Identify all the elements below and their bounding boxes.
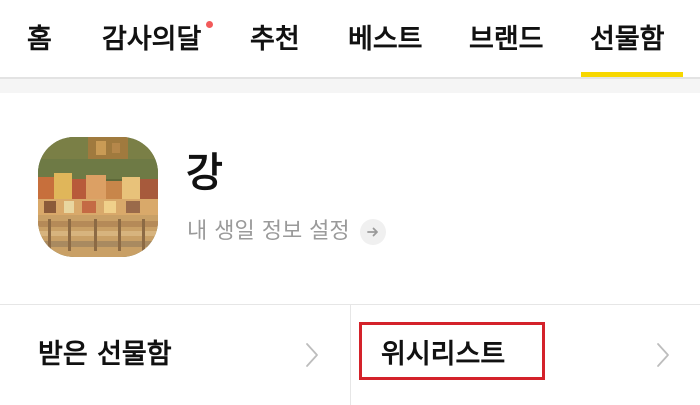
birthday-settings-label: 내 생일 정보 설정 — [187, 219, 350, 244]
avatar[interactable] — [38, 137, 158, 257]
tab-best[interactable]: 베스트 — [348, 18, 423, 62]
tab-brand[interactable]: 브랜드 — [469, 18, 544, 62]
received-gifts-label: 받은 선물함 — [38, 339, 172, 370]
section-spacer — [0, 79, 700, 93]
tab-brand-label: 브랜드 — [469, 24, 544, 55]
tab-recommend[interactable]: 추천 — [250, 18, 300, 62]
gift-box-page: 홈 감사의달 추천 베스트 브랜드 선물함 강 내 생일 정보 설정 받은 선물… — [0, 0, 700, 405]
wishlist-label: 위시리스트 — [381, 339, 506, 370]
wishlist-button[interactable]: 위시리스트 — [351, 305, 700, 405]
tab-best-label: 베스트 — [348, 24, 423, 55]
top-tab-bar: 홈 감사의달 추천 베스트 브랜드 선물함 — [0, 0, 700, 79]
active-tab-indicator — [581, 72, 683, 77]
tab-gift-box-label: 선물함 — [590, 24, 665, 55]
profile-photo-painting-icon — [38, 137, 158, 257]
chevron-right-icon — [304, 341, 320, 373]
tab-recommend-label: 추천 — [250, 24, 300, 55]
profile-section: 강 내 생일 정보 설정 — [0, 93, 700, 304]
chevron-right-icon — [655, 341, 671, 373]
tab-home[interactable]: 홈 — [27, 18, 52, 62]
tab-thanks-month[interactable]: 감사의달 — [102, 18, 214, 62]
tab-home-label: 홈 — [27, 24, 52, 55]
received-gifts-button[interactable]: 받은 선물함 — [0, 305, 350, 405]
tab-gift-box[interactable]: 선물함 — [590, 18, 665, 62]
birthday-settings-link[interactable]: 내 생일 정보 설정 — [187, 216, 386, 248]
profile-name: 강 — [186, 150, 223, 196]
new-badge-dot — [206, 21, 214, 28]
arrow-right-icon — [359, 219, 386, 245]
tab-thanks-month-label: 감사의달 — [102, 24, 202, 55]
